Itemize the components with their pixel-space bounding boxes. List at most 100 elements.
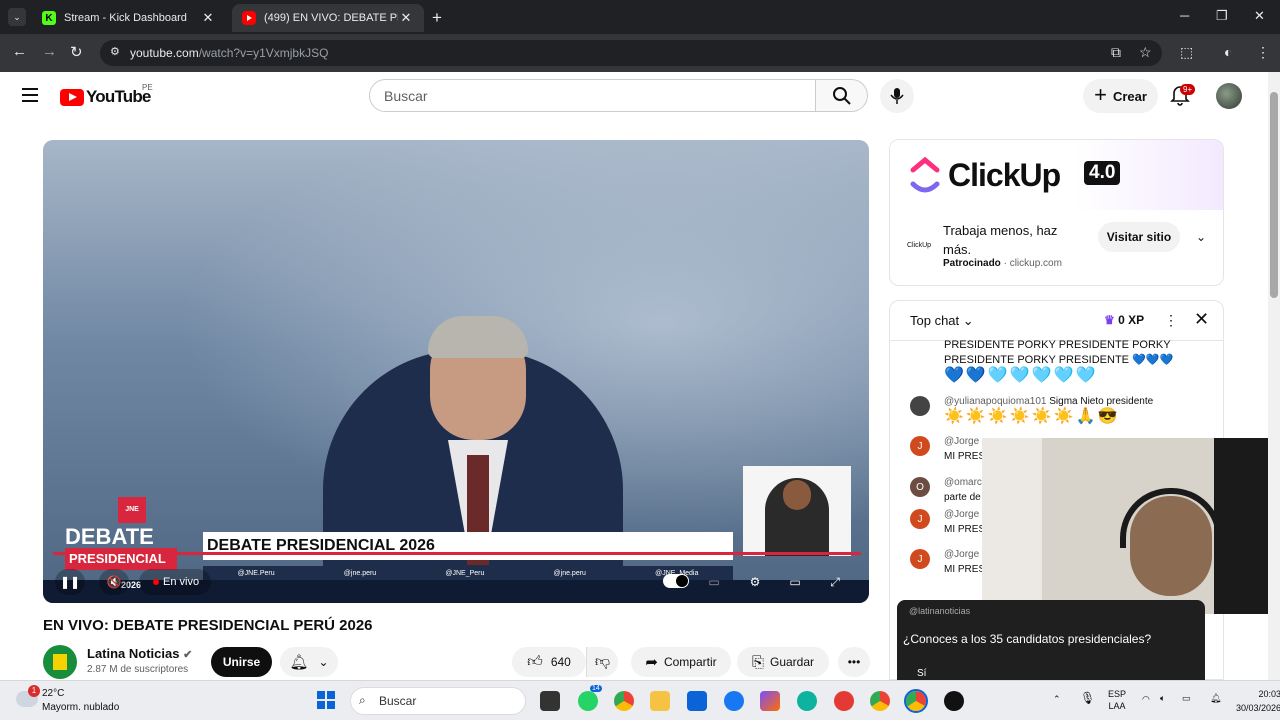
dislike-button[interactable]: 👎︎ [586, 647, 618, 677]
extensions-icon[interactable]: ⬚ [1180, 44, 1193, 61]
maximize-icon[interactable]: ❐ [1216, 8, 1228, 24]
edge-icon[interactable] [797, 691, 817, 711]
tab-search-button[interactable]: ⌄ [8, 8, 26, 26]
pause-button[interactable]: ❚❚ [55, 569, 85, 595]
search-input[interactable]: Buscar [369, 79, 816, 112]
start-button[interactable] [317, 691, 335, 709]
speaker-icon[interactable]: 🔈︎ [1160, 692, 1165, 704]
live-indicator[interactable]: En vivo [139, 569, 211, 595]
new-tab-icon[interactable]: + [432, 8, 442, 28]
close-tab-icon[interactable]: ✕ [200, 10, 216, 26]
visit-site-button[interactable]: Visitar sitio [1098, 222, 1180, 252]
user-avatar[interactable] [910, 396, 930, 416]
file-explorer-icon[interactable] [650, 691, 670, 711]
profile-icon[interactable]: ◐ [1224, 44, 1232, 60]
like-button[interactable]: 👍︎ 640 [512, 647, 586, 677]
advertiser-logo: ClickUp [906, 242, 932, 249]
install-app-icon[interactable]: ⧉ [1111, 44, 1121, 61]
poll-option[interactable]: Sí [917, 668, 926, 679]
message-author[interactable]: @Jorge [944, 436, 979, 447]
reload-icon[interactable]: ↻ [70, 43, 83, 61]
theater-mode-button[interactable]: ▭ [780, 569, 810, 595]
bookmark-star-icon[interactable]: ☆ [1139, 44, 1152, 61]
theater-icon: ▭ [789, 575, 801, 589]
message-author[interactable]: @omarc [944, 477, 982, 488]
more-icon: ••• [847, 655, 861, 669]
chat-menu-icon[interactable]: ⋮ [1164, 312, 1178, 329]
subscription-bell-button[interactable]: 🔔︎ ⌄ [280, 647, 338, 677]
guide-menu-icon[interactable] [22, 88, 38, 102]
task-view-icon[interactable] [540, 691, 560, 711]
chevron-down-icon[interactable]: ⌄ [1196, 230, 1206, 244]
chat-mode-dropdown[interactable]: Top chat ⌄ [910, 313, 974, 329]
join-button[interactable]: Unirse [211, 647, 272, 677]
video-player[interactable]: JNE DEBATE PRESIDENCIAL 2026 DEBATE PRES… [43, 140, 869, 603]
wifi-icon[interactable]: ◠ [1142, 693, 1150, 705]
weather-widget[interactable]: 22°C Mayorm. nublado [42, 687, 119, 715]
mute-button[interactable]: 🔇 [99, 569, 129, 595]
whatsapp-icon[interactable] [578, 691, 598, 711]
bell-icon: 🔔︎ [289, 654, 309, 671]
settings-button[interactable]: ⚙ [740, 569, 770, 595]
battery-icon[interactable]: ▭ [1182, 692, 1191, 704]
fullscreen-button[interactable]: ⤢ [820, 569, 850, 595]
chat-poll[interactable]: @latinanoticias ¿Conoces a los 35 candid… [897, 600, 1205, 680]
user-avatar[interactable]: J [910, 549, 930, 569]
search-icon: ⌕ [359, 693, 366, 707]
close-tab-icon[interactable]: ✕ [398, 10, 414, 26]
chrome-icon[interactable] [614, 691, 634, 711]
create-button[interactable]: + Crear [1083, 79, 1158, 113]
channel-name[interactable]: Latina Noticias ✔ [87, 646, 192, 661]
xp-indicator[interactable]: ♛ 0 XP [1104, 313, 1144, 327]
app-icon[interactable] [834, 691, 854, 711]
user-avatar[interactable]: O [910, 477, 930, 497]
tab-youtube-debate[interactable]: (499) EN VIVO: DEBATE PRESID ✕ [232, 4, 424, 32]
taskbar-search[interactable]: ⌕ Buscar [350, 687, 526, 715]
message-author[interactable]: @Jorge [944, 509, 979, 520]
chrome-active-icon[interactable] [904, 689, 928, 713]
message-emoji: ☀️☀️☀️☀️☀️☀️🙏😎 [944, 408, 1120, 425]
share-button[interactable]: ➦ Compartir [631, 647, 731, 677]
volume-muted-icon: 🔇 [106, 575, 122, 589]
close-chat-icon[interactable]: ✕ [1194, 309, 1209, 330]
forward-icon[interactable]: → [42, 43, 57, 60]
chrome-profile-icon[interactable] [870, 691, 890, 711]
search-button[interactable] [816, 79, 868, 112]
facebook-icon[interactable] [724, 691, 744, 711]
clickup-logo-icon [910, 156, 940, 193]
message-author[interactable]: @yulianapoquioma101 [944, 396, 1046, 407]
voice-search-button[interactable] [880, 79, 914, 113]
language-indicator[interactable]: ESP LAA [1108, 688, 1126, 712]
pause-icon: ❚❚ [59, 575, 81, 589]
save-button[interactable]: ⎘ Guardar [737, 647, 829, 677]
obs-icon[interactable] [944, 691, 964, 711]
subtitles-button[interactable]: ▭ [699, 569, 729, 595]
user-avatar[interactable]: J [910, 509, 930, 529]
store-icon[interactable] [687, 691, 707, 711]
youtube-logo[interactable]: YouTube PE [60, 83, 153, 107]
notification-center-icon[interactable]: 🔔︎ [1210, 692, 1221, 704]
account-avatar[interactable] [1216, 83, 1242, 109]
microphone-tray-icon[interactable]: 🎙︎ [1080, 692, 1095, 704]
site-info-icon[interactable]: ⚙ [110, 45, 120, 58]
message-text: MI PRES [944, 451, 986, 462]
scrollbar-thumb[interactable] [1270, 92, 1278, 298]
sponsored-ad[interactable]: ClickUp 4.0 ClickUp Trabaja menos, haz m… [889, 139, 1224, 286]
more-actions-button[interactable]: ••• [838, 647, 870, 677]
autoplay-toggle[interactable] [663, 574, 689, 588]
minimize-icon[interactable]: ─ [1180, 8, 1189, 23]
back-icon[interactable]: ← [12, 43, 27, 60]
tab-kick-dashboard[interactable]: K Stream - Kick Dashboard ✕ [32, 4, 226, 32]
clock[interactable]: 20:03 30/03/2026 [1236, 687, 1280, 715]
user-avatar[interactable]: J [910, 436, 930, 456]
page-scrollbar[interactable] [1268, 72, 1280, 680]
address-bar[interactable]: ⚙ youtube.com/watch?v=y1VxmjbkJSQ [100, 40, 1162, 66]
tray-overflow-icon[interactable]: ⌃ [1053, 693, 1061, 705]
message-author[interactable]: @Jorge [944, 549, 979, 560]
browser-menu-icon[interactable]: ⋮ [1256, 44, 1270, 61]
message-text: PRESIDENTE PORKY PRESIDENTE PORKY PRESID… [944, 339, 1174, 366]
window-close-icon[interactable]: ✕ [1254, 8, 1265, 24]
copilot-icon[interactable] [760, 691, 780, 711]
gear-icon: ⚙ [749, 575, 761, 589]
channel-avatar[interactable] [43, 645, 77, 679]
